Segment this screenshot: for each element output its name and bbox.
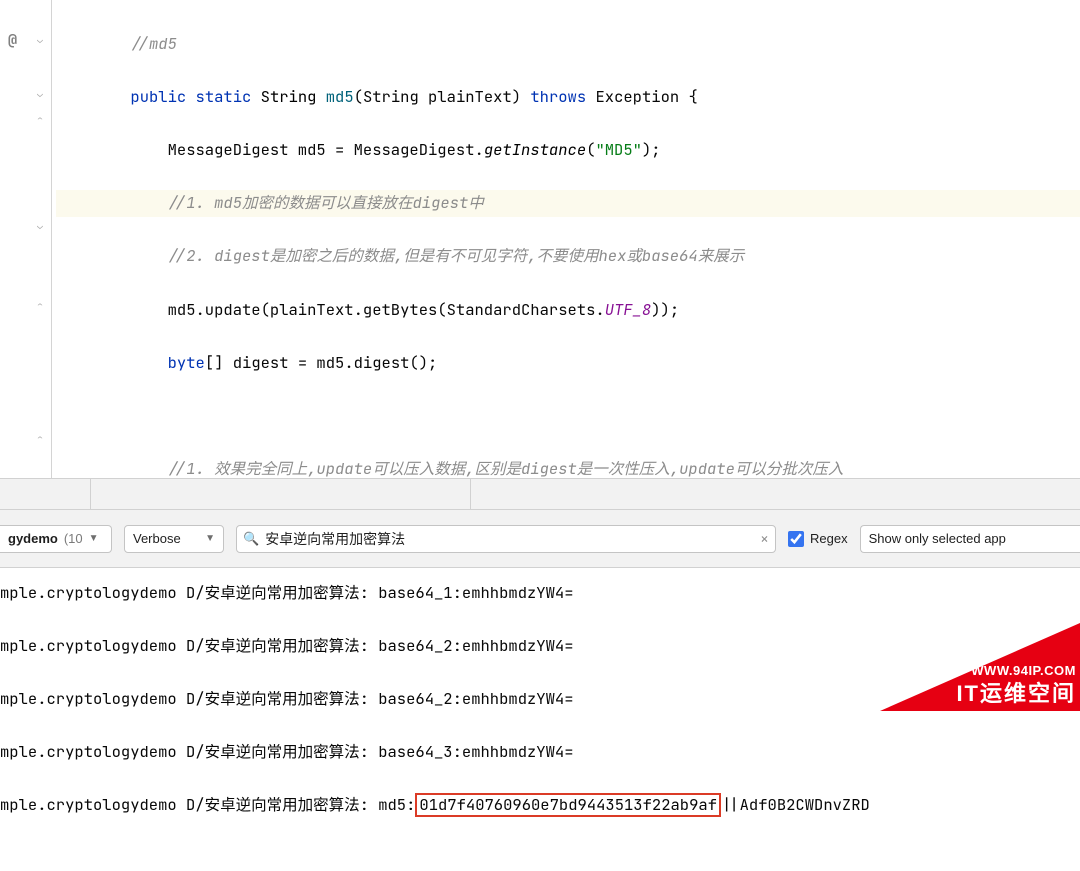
watermark-url: WWW.94IP.COM [956, 663, 1076, 679]
blank-line [56, 403, 1080, 430]
watermark-title: IT运维空间 [956, 680, 1076, 708]
type-string: String [251, 86, 325, 107]
log-prefix: mple.cryptologydemo D/安卓逆向常用加密算法: md5: [0, 794, 415, 815]
log-line: mple.cryptologydemo D/安卓逆向常用加密算法: md5:01… [0, 792, 1080, 818]
log-line: mple.cryptologydemo D/安卓逆向常用加密算法: base64… [0, 580, 1080, 606]
panel-divider[interactable] [0, 478, 1080, 510]
search-input[interactable] [265, 531, 754, 547]
logcat-search[interactable]: 🔍 × [236, 525, 776, 553]
fold-end-icon[interactable]: ⌃ [34, 300, 46, 312]
kw-static: static [196, 86, 252, 107]
code-text: Exception { [586, 86, 698, 107]
process-pid: (10 [64, 531, 83, 546]
code-text: MessageDigest md5 = MessageDigest. [168, 139, 484, 160]
regex-toggle[interactable]: Regex [788, 531, 848, 547]
log-level-label: Verbose [133, 531, 181, 546]
string-literal: "MD5" [595, 139, 642, 160]
filter-label: Show only selected app [869, 531, 1006, 546]
process-label: gydemo [8, 531, 58, 546]
code-text[interactable]: //md5 public static String md5(String pl… [52, 0, 1080, 478]
log-output[interactable]: mple.cryptologydemo D/安卓逆向常用加密算法: base64… [0, 568, 1080, 871]
clear-search-icon[interactable]: × [760, 529, 769, 549]
annotation-gutter: @ [0, 0, 30, 478]
divider-segment[interactable] [471, 479, 1080, 509]
static-field: UTF_8 [605, 299, 652, 320]
process-dropdown[interactable]: gydemo (10 ▼ [0, 525, 112, 553]
code-text: )); [651, 299, 679, 320]
method-call: getInstance [484, 139, 586, 160]
search-icon: 🔍 [243, 530, 259, 547]
fold-toggle-icon[interactable]: ⌄ [34, 34, 46, 46]
fold-toggle-icon[interactable]: ⌄ [34, 220, 46, 232]
filter-dropdown[interactable]: Show only selected app [860, 525, 1080, 553]
log-line: mple.cryptologydemo D/安卓逆向常用加密算法: base64… [0, 739, 1080, 765]
divider-segment[interactable] [91, 479, 471, 509]
logcat-toolbar: gydemo (10 ▼ Verbose ▼ 🔍 × Regex Show onl… [0, 510, 1080, 568]
code-text: ); [642, 139, 661, 160]
divider-segment[interactable] [0, 479, 91, 509]
kw-public: public [130, 86, 186, 107]
chevron-down-icon: ▼ [89, 533, 99, 544]
fold-toggle-icon[interactable]: ⌄ [34, 88, 46, 100]
kw-throws: throws [530, 86, 586, 107]
regex-label: Regex [810, 531, 848, 546]
kw-byte: byte [168, 352, 205, 373]
fold-end-icon[interactable]: ⌃ [34, 114, 46, 126]
code-comment: //1. md5加密的数据可以直接放在digest中 [168, 192, 484, 213]
code-comment: //2. digest是加密之后的数据,但是有不可见字符,不要使用hex或bas… [168, 245, 745, 266]
code-text: (String plainText) [354, 86, 531, 107]
method-name: md5 [326, 86, 354, 107]
code-text: [] digest = md5.digest(); [205, 352, 438, 373]
chevron-down-icon: ▼ [205, 533, 215, 544]
code-editor[interactable]: @ ⌄ ⌄ ⌃ ⌄ ⌃ ⌃ //md5 public static String… [0, 0, 1080, 478]
regex-checkbox[interactable] [788, 531, 804, 547]
watermark: WWW.94IP.COM IT运维空间 [956, 663, 1076, 707]
override-marker[interactable]: @ [8, 30, 17, 50]
code-comment: //1. 效果完全同上,update可以压入数据,区别是digest是一次性压入… [168, 458, 844, 478]
code-comment: //md5 [130, 33, 177, 54]
code-text: md5.update(plainText.getBytes(StandardCh… [168, 299, 605, 320]
fold-gutter[interactable]: ⌄ ⌄ ⌃ ⌄ ⌃ ⌃ [30, 0, 52, 478]
highlighted-md5: 01d7f40760960e7bd9443513f22ab9af [415, 793, 721, 817]
log-level-dropdown[interactable]: Verbose ▼ [124, 525, 224, 553]
fold-end-icon[interactable]: ⌃ [34, 433, 46, 445]
log-suffix: ||Adf0B2CWDnvZRD [721, 794, 870, 815]
